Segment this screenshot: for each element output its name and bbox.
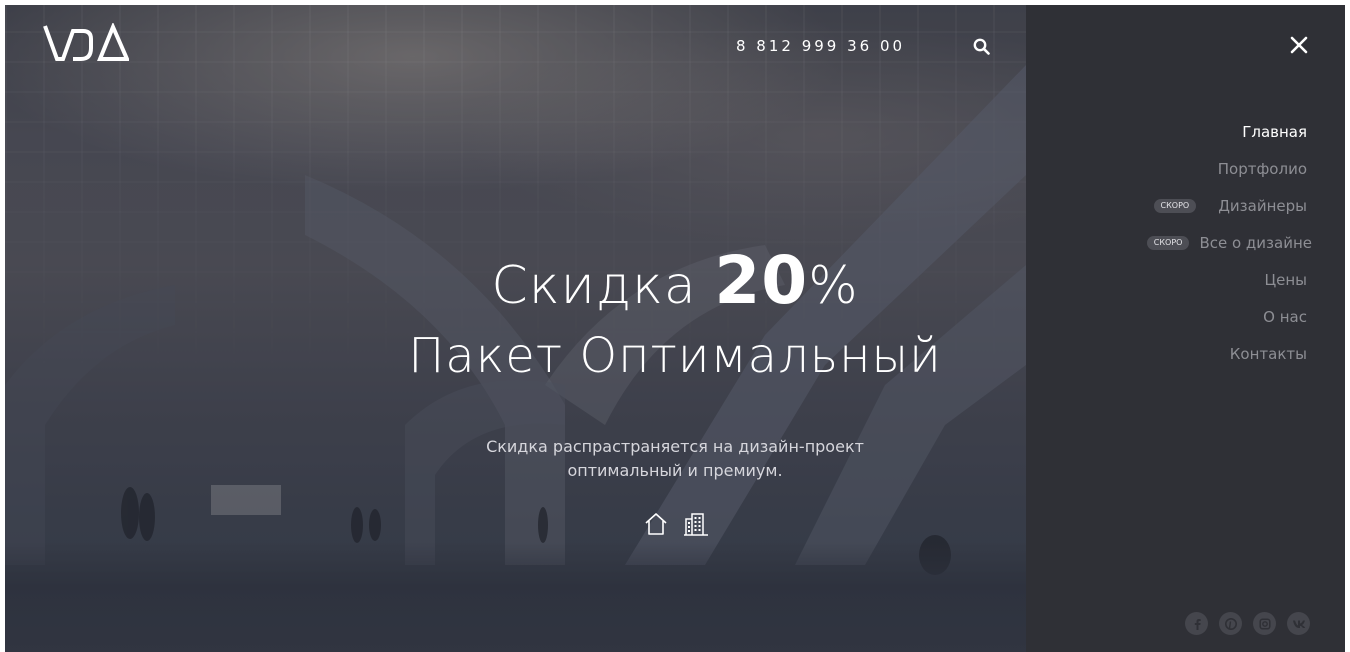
vk-icon[interactable]	[1287, 612, 1310, 635]
menu-item-designers: скоро Дизайнеры	[1147, 187, 1307, 224]
menu-link-designers[interactable]: Дизайнеры	[1218, 197, 1307, 215]
social-links	[1185, 612, 1310, 635]
search-icon[interactable]	[971, 36, 991, 56]
menu-link-portfolio[interactable]: Портфолио	[1218, 160, 1307, 178]
menu-item-about-design: скоро Все о дизайне	[1146, 224, 1312, 261]
menu-link-home[interactable]: Главная	[1242, 123, 1307, 141]
soon-badge: скоро	[1153, 198, 1197, 213]
menu-item-prices: Цены	[1147, 261, 1307, 298]
building-icon[interactable]	[683, 511, 709, 537]
hero-icon-row	[643, 511, 709, 537]
menu-link-about-us[interactable]: О нас	[1263, 308, 1307, 326]
main-menu: Главная Портфолио скоро Дизайнеры скоро …	[1146, 113, 1312, 372]
menu-item-portfolio: Портфолио	[1147, 150, 1307, 187]
house-icon[interactable]	[643, 511, 669, 537]
hero-headline: Скидка 20% Пакет Оптимальный	[305, 243, 1026, 388]
instagram-icon[interactable]	[1253, 612, 1276, 635]
subtext-line-1: Скидка распрастраняется на дизайн-проект	[486, 437, 864, 456]
subtext-line-2: оптимальный и премиум.	[567, 461, 783, 480]
headline-package: Пакет Оптимальный	[408, 328, 942, 384]
pinterest-icon[interactable]	[1219, 612, 1242, 635]
soon-badge: скоро	[1146, 235, 1190, 250]
vda-logo[interactable]	[43, 23, 129, 63]
menu-item-contacts: Контакты	[1147, 335, 1307, 372]
menu-link-prices[interactable]: Цены	[1264, 271, 1307, 289]
headline-word: Скидка	[491, 256, 697, 316]
headline-number: 20	[714, 242, 809, 319]
menu-item-home: Главная	[1147, 113, 1307, 150]
page-frame: 8 812 999 36 00 Скидка 20% Пакет Оптимал…	[5, 5, 1345, 652]
hero-subtext: Скидка распрастраняется на дизайн-проект…	[425, 435, 925, 483]
menu-link-about-design[interactable]: Все о дизайне	[1199, 234, 1312, 252]
close-icon[interactable]	[1288, 34, 1310, 56]
side-menu-panel: Главная Портфолио скоро Дизайнеры скоро …	[1026, 5, 1345, 652]
hero-banner: 8 812 999 36 00 Скидка 20% Пакет Оптимал…	[5, 5, 1026, 652]
headline-percent: %	[808, 256, 859, 316]
phone-number[interactable]: 8 812 999 36 00	[736, 37, 905, 55]
menu-item-about-us: О нас	[1147, 298, 1307, 335]
menu-link-contacts[interactable]: Контакты	[1230, 345, 1307, 363]
headline-discount: Скидка 20%	[305, 243, 1026, 324]
facebook-icon[interactable]	[1185, 612, 1208, 635]
